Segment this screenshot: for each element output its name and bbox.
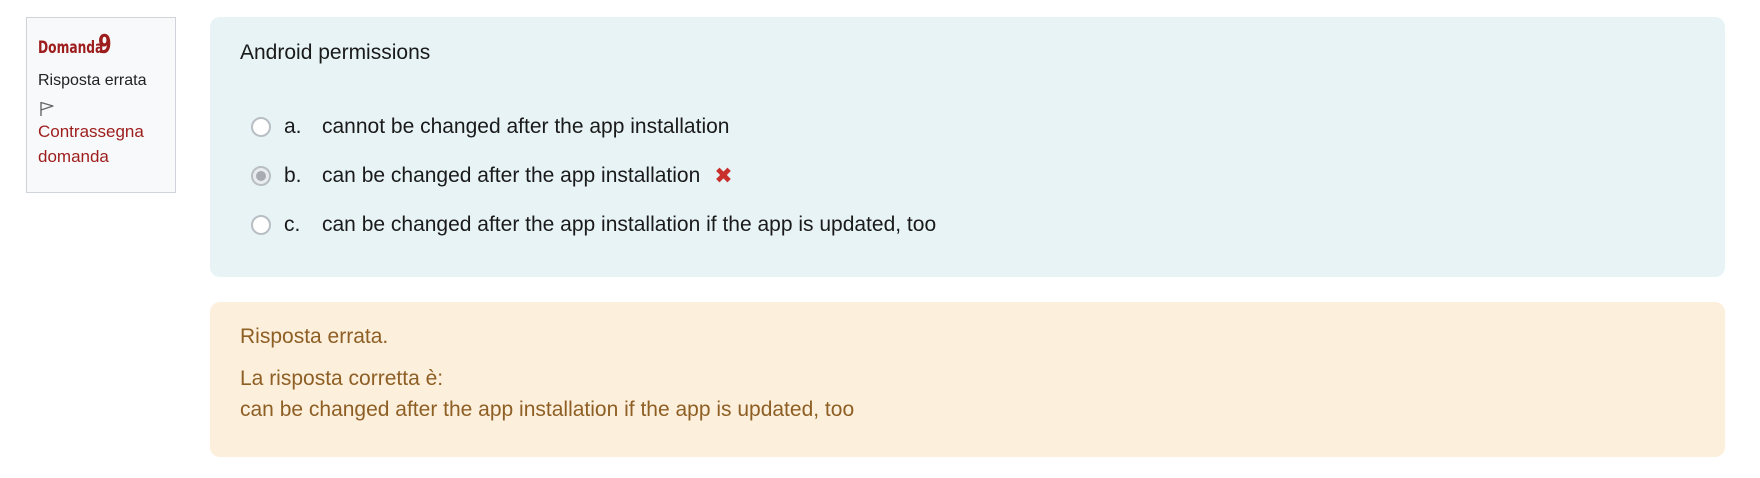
correct-answer-text: can be changed after the app installatio… — [240, 398, 855, 421]
answer-text-a: cannot be changed after the app installa… — [322, 114, 730, 138]
flag-icon[interactable] — [38, 100, 56, 118]
correct-answer-label: La risposta corretta è: — [240, 367, 444, 390]
answer-text-b: can be changed after the app installatio… — [322, 163, 701, 187]
question-text: Android permissions — [240, 41, 431, 64]
question-info-box: Domanda 9 Risposta errata Contrassegna d… — [26, 17, 176, 193]
answer-list: a. cannot be changed after the app insta… — [240, 102, 1695, 249]
question-number: 9 — [98, 30, 112, 60]
question-word: Domanda — [38, 38, 104, 58]
answer-radio-b[interactable] — [251, 165, 271, 186]
answer-radio-a[interactable] — [251, 116, 271, 137]
question-number-heading: Domanda 9 — [38, 32, 164, 58]
question-panel: Android permissions a. cannot be changed… — [210, 17, 1725, 277]
feedback-result: Risposta errata. — [240, 325, 389, 348]
answer-letter-b: b. — [284, 163, 302, 187]
answer-letter-a: a. — [284, 114, 302, 138]
flag-question-label-line2: domanda — [38, 147, 109, 166]
flag-question-link[interactable]: Contrassegna domanda — [38, 118, 164, 170]
incorrect-icon: ✖ — [714, 162, 733, 188]
answer-radio-c[interactable] — [251, 214, 271, 235]
feedback-panel: Risposta errata. La risposta corretta è:… — [210, 302, 1725, 457]
flag-question-label-line1: Contrassegna — [38, 122, 144, 141]
answer-text-c: can be changed after the app installatio… — [322, 212, 937, 236]
answer-option-b[interactable]: b. can be changed after the app installa… — [240, 151, 1695, 200]
quiz-page: Domanda 9 Risposta errata Contrassegna d… — [0, 0, 1760, 478]
answer-letter-c: c. — [284, 212, 301, 236]
answer-option-a[interactable]: a. cannot be changed after the app insta… — [240, 102, 1695, 151]
question-state: Risposta errata — [38, 72, 147, 89]
answer-option-c[interactable]: c. can be changed after the app installa… — [240, 200, 1695, 249]
